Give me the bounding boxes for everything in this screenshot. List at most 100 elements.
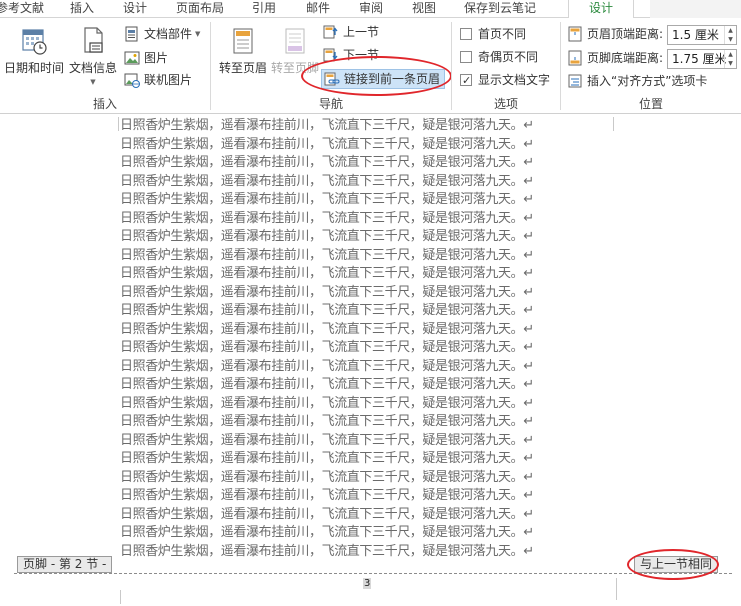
tab-review[interactable]: 审阅 bbox=[359, 0, 389, 18]
header-top-distance-label: 页眉顶端距离: bbox=[587, 27, 664, 41]
document-text-line[interactable]: 日照香炉生紫烟，遥看瀑布挂前川，飞流直下三千尺，疑是银河落九天。↵ bbox=[120, 210, 600, 229]
header-top-distance-value: 1.5 厘米 bbox=[672, 28, 719, 42]
next-section-button[interactable]: 下一节 bbox=[323, 45, 379, 65]
document-text-line[interactable]: 日照香炉生紫烟，遥看瀑布挂前川，飞流直下三千尺，疑是银河落九天。↵ bbox=[120, 117, 600, 136]
insert-alignment-tab-label: 插入“对齐方式”选项卡 bbox=[587, 74, 708, 88]
date-time-button[interactable]: 日期和时间 bbox=[4, 26, 64, 76]
document-text-line[interactable]: 日照香炉生紫烟，遥看瀑布挂前川，飞流直下三千尺，疑是银河落九天。↵ bbox=[120, 395, 600, 414]
header-distance-icon bbox=[568, 26, 582, 42]
show-document-text-checkbox[interactable]: 显示文档文字 bbox=[460, 70, 551, 91]
doc-info-button[interactable]: 文档信息 ▼ bbox=[66, 26, 120, 86]
document-text-line[interactable]: 日照香炉生紫烟，遥看瀑布挂前川，飞流直下三千尺，疑是银河落九天。↵ bbox=[120, 284, 600, 303]
document-text-line[interactable]: 日照香炉生紫烟，遥看瀑布挂前川，飞流直下三千尺，疑是银河落九天。↵ bbox=[120, 247, 600, 266]
document-text-line[interactable]: 日照香炉生紫烟，遥看瀑布挂前川，飞流直下三千尺，疑是银河落九天。↵ bbox=[120, 228, 600, 247]
footer-bottom-distance-input[interactable]: 1.75 厘米 ▲ ▼ bbox=[667, 49, 737, 69]
document-text-line[interactable]: 日照香炉生紫烟，遥看瀑布挂前川，飞流直下三千尺，疑是银河落九天。↵ bbox=[120, 339, 600, 358]
document-text-line[interactable]: 日照香炉生紫烟，遥看瀑布挂前川，飞流直下三千尺，疑是银河落九天。↵ bbox=[120, 358, 600, 377]
next-section-icon bbox=[323, 48, 338, 62]
alignment-tab-icon bbox=[568, 74, 582, 88]
same-as-previous-tag: 与上一节相同 bbox=[634, 556, 719, 573]
prev-section-button[interactable]: 上一节 bbox=[323, 22, 379, 42]
document-text-line[interactable]: 日照香炉生紫烟，遥看瀑布挂前川，飞流直下三千尺，疑是银河落九天。↵ bbox=[120, 487, 600, 506]
tab-references[interactable]: 参考文献 bbox=[0, 0, 46, 18]
tab-page-layout[interactable]: 页面布局 bbox=[176, 0, 228, 18]
document-text-line[interactable]: 日照香炉生紫烟，遥看瀑布挂前川，飞流直下三千尺，疑是银河落九天。↵ bbox=[120, 506, 600, 525]
document-body-text[interactable]: 日照香炉生紫烟，遥看瀑布挂前川，飞流直下三千尺，疑是银河落九天。↵ 日照香炉生紫烟… bbox=[120, 117, 600, 561]
checkbox-box bbox=[460, 51, 472, 63]
link-to-previous-button[interactable]: 链接到前一条页眉 bbox=[321, 69, 446, 89]
header-top-distance-input[interactable]: 1.5 厘米 ▲ ▼ bbox=[667, 25, 737, 45]
picture-label: 图片 bbox=[144, 51, 169, 65]
picture-button[interactable]: 图片 bbox=[124, 48, 168, 68]
document-info-icon bbox=[84, 27, 103, 53]
online-picture-button[interactable]: 联机图片 bbox=[124, 70, 192, 90]
document-text-line[interactable]: 日照香炉生紫烟，遥看瀑布挂前川，飞流直下三千尺，疑是银河落九天。↵ bbox=[120, 191, 600, 210]
document-text-line[interactable]: 日照香炉生紫烟，遥看瀑布挂前川，飞流直下三千尺，疑是银河落九天。↵ bbox=[120, 543, 600, 562]
calendar-clock-icon bbox=[22, 29, 47, 55]
group-navigation-label: 导航 bbox=[318, 97, 343, 111]
tab-references-2[interactable]: 引用 bbox=[252, 0, 282, 18]
document-text-line[interactable]: 日照香炉生紫烟，遥看瀑布挂前川，飞流直下三千尺，疑是银河落九天。↵ bbox=[120, 450, 600, 469]
group-options: 首页不同 奇偶页不同 显示文档文字 选项 bbox=[452, 18, 560, 114]
prev-section-label: 上一节 bbox=[343, 25, 380, 39]
tab-save-to-cloud-notes[interactable]: 保存到云笔记 bbox=[464, 0, 546, 18]
document-text-line[interactable]: 日照香炉生紫烟，遥看瀑布挂前川，飞流直下三千尺，疑是银河落九天。↵ bbox=[120, 302, 600, 321]
goto-header-label: 转至页眉 bbox=[218, 61, 267, 75]
document-text-line[interactable]: 日照香炉生紫烟，遥看瀑布挂前川，飞流直下三千尺，疑是银河落九天。↵ bbox=[120, 524, 600, 543]
document-text-line[interactable]: 日照香炉生紫烟，遥看瀑布挂前川，飞流直下三千尺，疑是银河落九天。↵ bbox=[120, 432, 600, 451]
chevron-down-icon: ▼ bbox=[90, 78, 96, 86]
doc-parts-button[interactable]: 文档部件 ▼ bbox=[124, 24, 200, 44]
tab-view[interactable]: 视图 bbox=[412, 0, 442, 18]
show-document-text-label: 显示文档文字 bbox=[478, 73, 551, 87]
checkbox-box bbox=[460, 28, 472, 40]
group-position: 页眉顶端距离: 1.5 厘米 ▲ ▼ 页脚底端距离: 1.75 厘米 ▲ ▼ 插入“… bbox=[561, 18, 741, 114]
document-text-line[interactable]: 日照香炉生紫烟，遥看瀑布挂前川，飞流直下三千尺，疑是银河落九天。↵ bbox=[120, 265, 600, 284]
goto-footer-button[interactable]: 转至页脚 bbox=[269, 26, 321, 76]
tab-mailings[interactable]: 邮件 bbox=[306, 0, 336, 18]
doc-parts-icon bbox=[125, 26, 138, 42]
online-picture-icon bbox=[124, 73, 140, 88]
group-navigation: 转至页眉 转至页脚 上一节 下一节 链接到前一条页眉 导航 bbox=[211, 18, 451, 114]
document-text-line[interactable]: 日照香炉生紫烟，遥看瀑布挂前川，飞流直下三千尺，疑是银河落九天。↵ bbox=[120, 376, 600, 395]
document-text-line[interactable]: 日照香炉生紫烟，遥看瀑布挂前川，飞流直下三千尺，疑是银河落九天。↵ bbox=[120, 154, 600, 173]
previous-section-icon bbox=[323, 25, 338, 39]
insert-alignment-tab-button[interactable]: 插入“对齐方式”选项卡 bbox=[567, 71, 707, 91]
group-insert-label: 插入 bbox=[92, 97, 117, 111]
footer-page-number[interactable]: 3 bbox=[363, 578, 372, 589]
tab-bar-filler bbox=[650, 0, 741, 18]
footer-distance-icon bbox=[568, 50, 582, 66]
date-time-label: 日期和时间 bbox=[4, 61, 65, 75]
spinner-arrows-icon[interactable]: ▲ ▼ bbox=[724, 26, 736, 44]
doc-info-label: 文档信息 bbox=[68, 61, 117, 75]
ribbon-tab-bar: 参考文献 插入 设计 页面布局 引用 邮件 审阅 视图 保存到云笔记 设计 bbox=[0, 0, 741, 19]
tab-header-footer-design[interactable]: 设计 bbox=[568, 0, 634, 19]
odd-even-different-checkbox[interactable]: 奇偶页不同 bbox=[460, 47, 538, 67]
footer-bottom-distance-label: 页脚底端距离: bbox=[587, 51, 664, 65]
document-text-line[interactable]: 日照香炉生紫烟，遥看瀑布挂前川，飞流直下三千尺，疑是银河落九天。↵ bbox=[120, 469, 600, 488]
group-position-label: 位置 bbox=[638, 97, 663, 111]
group-options-label: 选项 bbox=[493, 97, 518, 111]
picture-icon bbox=[124, 51, 140, 65]
goto-header-button[interactable]: 转至页眉 bbox=[217, 26, 269, 76]
document-text-line[interactable]: 日照香炉生紫烟，遥看瀑布挂前川，飞流直下三千尺，疑是银河落九天。↵ bbox=[120, 413, 600, 432]
chevron-down-icon: ▼ bbox=[195, 30, 201, 38]
tab-insert[interactable]: 插入 bbox=[70, 0, 100, 18]
doc-parts-label: 文档部件 bbox=[144, 27, 193, 41]
spinner-arrows-icon[interactable]: ▲ ▼ bbox=[724, 50, 736, 68]
goto-header-icon bbox=[233, 28, 253, 54]
footer-boundary-line bbox=[14, 573, 732, 574]
first-page-different-checkbox[interactable]: 首页不同 bbox=[460, 24, 526, 44]
odd-even-different-label: 奇偶页不同 bbox=[478, 50, 539, 64]
margin-corner-mark bbox=[613, 117, 614, 131]
document-text-line[interactable]: 日照香炉生紫烟，遥看瀑布挂前川，飞流直下三千尺，疑是银河落九天。↵ bbox=[120, 136, 600, 155]
goto-footer-icon bbox=[285, 28, 305, 54]
footer-section-tag: 页脚 - 第 2 节 - bbox=[17, 556, 113, 573]
checkbox-box-checked bbox=[460, 71, 472, 91]
group-insert: 日期和时间 文档信息 ▼ 文档部件 ▼ 图片 联机图片 插入 bbox=[0, 18, 210, 114]
tab-design[interactable]: 设计 bbox=[123, 0, 153, 18]
document-text-line[interactable]: 日照香炉生紫烟，遥看瀑布挂前川，飞流直下三千尺，疑是银河落九天。↵ bbox=[120, 173, 600, 192]
footer-bottom-distance-label-row: 页脚底端距离: bbox=[567, 48, 663, 68]
document-text-line[interactable]: 日照香炉生紫烟，遥看瀑布挂前川，飞流直下三千尺，疑是银河落九天。↵ bbox=[120, 321, 600, 340]
margin-corner-mark bbox=[616, 578, 617, 600]
margin-corner-mark bbox=[120, 590, 121, 604]
